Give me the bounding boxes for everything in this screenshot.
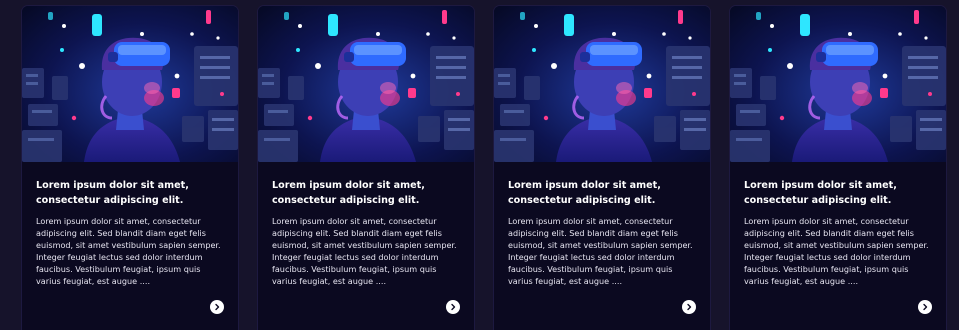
- card-title[interactable]: Lorem ipsum dolor sit amet, consectetur …: [272, 178, 460, 208]
- card-description: Lorem ipsum dolor sit amet, consectetur …: [36, 216, 221, 286]
- read-more-button[interactable]: [918, 300, 932, 314]
- chevron-right-icon: [451, 303, 456, 311]
- vr-scene-graphic: [22, 6, 238, 162]
- card-title[interactable]: Lorem ipsum dolor sit amet, consectetur …: [36, 178, 224, 208]
- card-body: Lorem ipsum dolor sit amet, consectetur …: [258, 162, 474, 330]
- card-title[interactable]: Lorem ipsum dolor sit amet, consectetur …: [508, 178, 696, 208]
- vr-headset-illustration: [22, 6, 238, 162]
- chevron-right-icon: [687, 303, 692, 311]
- read-more-button[interactable]: [210, 300, 224, 314]
- vr-scene-graphic: [258, 6, 474, 162]
- vr-scene-graphic: [494, 6, 710, 162]
- card-body: Lorem ipsum dolor sit amet, consectetur …: [730, 162, 946, 330]
- card-row: Lorem ipsum dolor sit amet, consectetur …: [0, 0, 959, 330]
- card-description: Lorem ipsum dolor sit amet, consectetur …: [744, 216, 929, 286]
- card-body: Lorem ipsum dolor sit amet, consectetur …: [494, 162, 710, 330]
- vr-headset-illustration: [494, 6, 710, 162]
- card-title[interactable]: Lorem ipsum dolor sit amet, consectetur …: [744, 178, 932, 208]
- read-more-button[interactable]: [446, 300, 460, 314]
- article-card[interactable]: Lorem ipsum dolor sit amet, consectetur …: [258, 6, 474, 330]
- vr-headset-illustration: [730, 6, 946, 162]
- read-more-button[interactable]: [682, 300, 696, 314]
- card-description: Lorem ipsum dolor sit amet, consectetur …: [508, 216, 693, 286]
- article-card[interactable]: Lorem ipsum dolor sit amet, consectetur …: [22, 6, 238, 330]
- vr-scene-graphic: [730, 6, 946, 162]
- card-body: Lorem ipsum dolor sit amet, consectetur …: [22, 162, 238, 330]
- article-card[interactable]: Lorem ipsum dolor sit amet, consectetur …: [730, 6, 946, 330]
- vr-headset-illustration: [258, 6, 474, 162]
- card-description: Lorem ipsum dolor sit amet, consectetur …: [272, 216, 457, 286]
- chevron-right-icon: [923, 303, 928, 311]
- chevron-right-icon: [215, 303, 220, 311]
- article-card[interactable]: Lorem ipsum dolor sit amet, consectetur …: [494, 6, 710, 330]
